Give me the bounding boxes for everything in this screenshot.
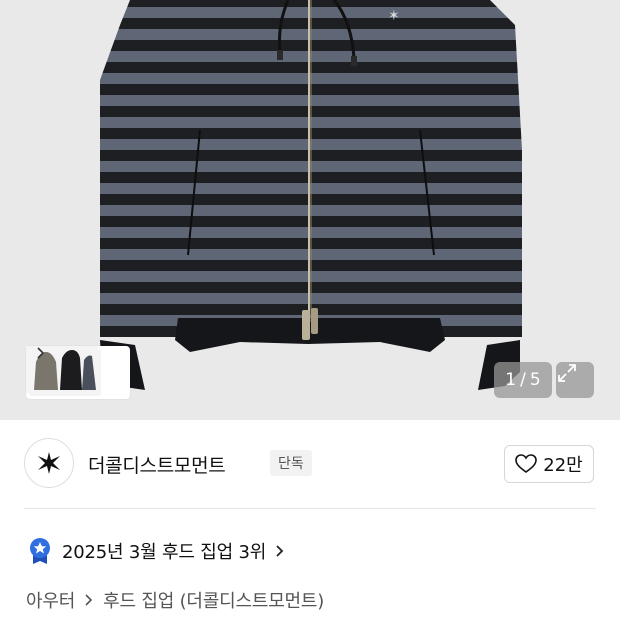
- breadcrumb-subcategory[interactable]: 후드 집업 (더콜디스트모먼트): [103, 587, 324, 613]
- like-button[interactable]: 22만: [504, 445, 594, 483]
- heart-icon: [515, 454, 538, 473]
- expand-icon: [558, 364, 576, 382]
- star-medal-icon: [30, 538, 50, 564]
- exclusive-badge: 단독: [270, 450, 312, 476]
- breadcrumb-category[interactable]: 아우터: [26, 587, 75, 613]
- expand-button[interactable]: [556, 362, 594, 398]
- svg-text:✶: ✶: [388, 8, 400, 24]
- chevron-right-icon: [276, 545, 284, 557]
- pager-current: 1: [505, 370, 517, 390]
- like-count: 22만: [543, 455, 583, 476]
- divider: [24, 508, 596, 509]
- brand-name[interactable]: 더콜디스트모먼트: [88, 451, 226, 478]
- brand-row: 더콜디스트모먼트 단독 22만: [24, 438, 596, 490]
- image-pager: 1 / 5: [494, 362, 552, 398]
- breadcrumb: 아우터 후드 집업 (더콜디스트모먼트): [26, 587, 324, 613]
- pager-total: 5: [529, 370, 541, 390]
- brand-logo[interactable]: [24, 438, 74, 488]
- chevron-right-icon: [37, 347, 45, 359]
- ranking-link[interactable]: 2025년 3월 후드 집업 3위: [28, 536, 286, 566]
- pager-separator: /: [520, 370, 526, 390]
- product-image[interactable]: ✶ 1 / 5: [0, 0, 620, 420]
- ranking-text: 2025년 3월 후드 집업 3위: [62, 542, 267, 563]
- thumbnail-strip[interactable]: [26, 346, 130, 399]
- star-logo-icon: [38, 452, 60, 474]
- chevron-right-icon: [85, 594, 93, 606]
